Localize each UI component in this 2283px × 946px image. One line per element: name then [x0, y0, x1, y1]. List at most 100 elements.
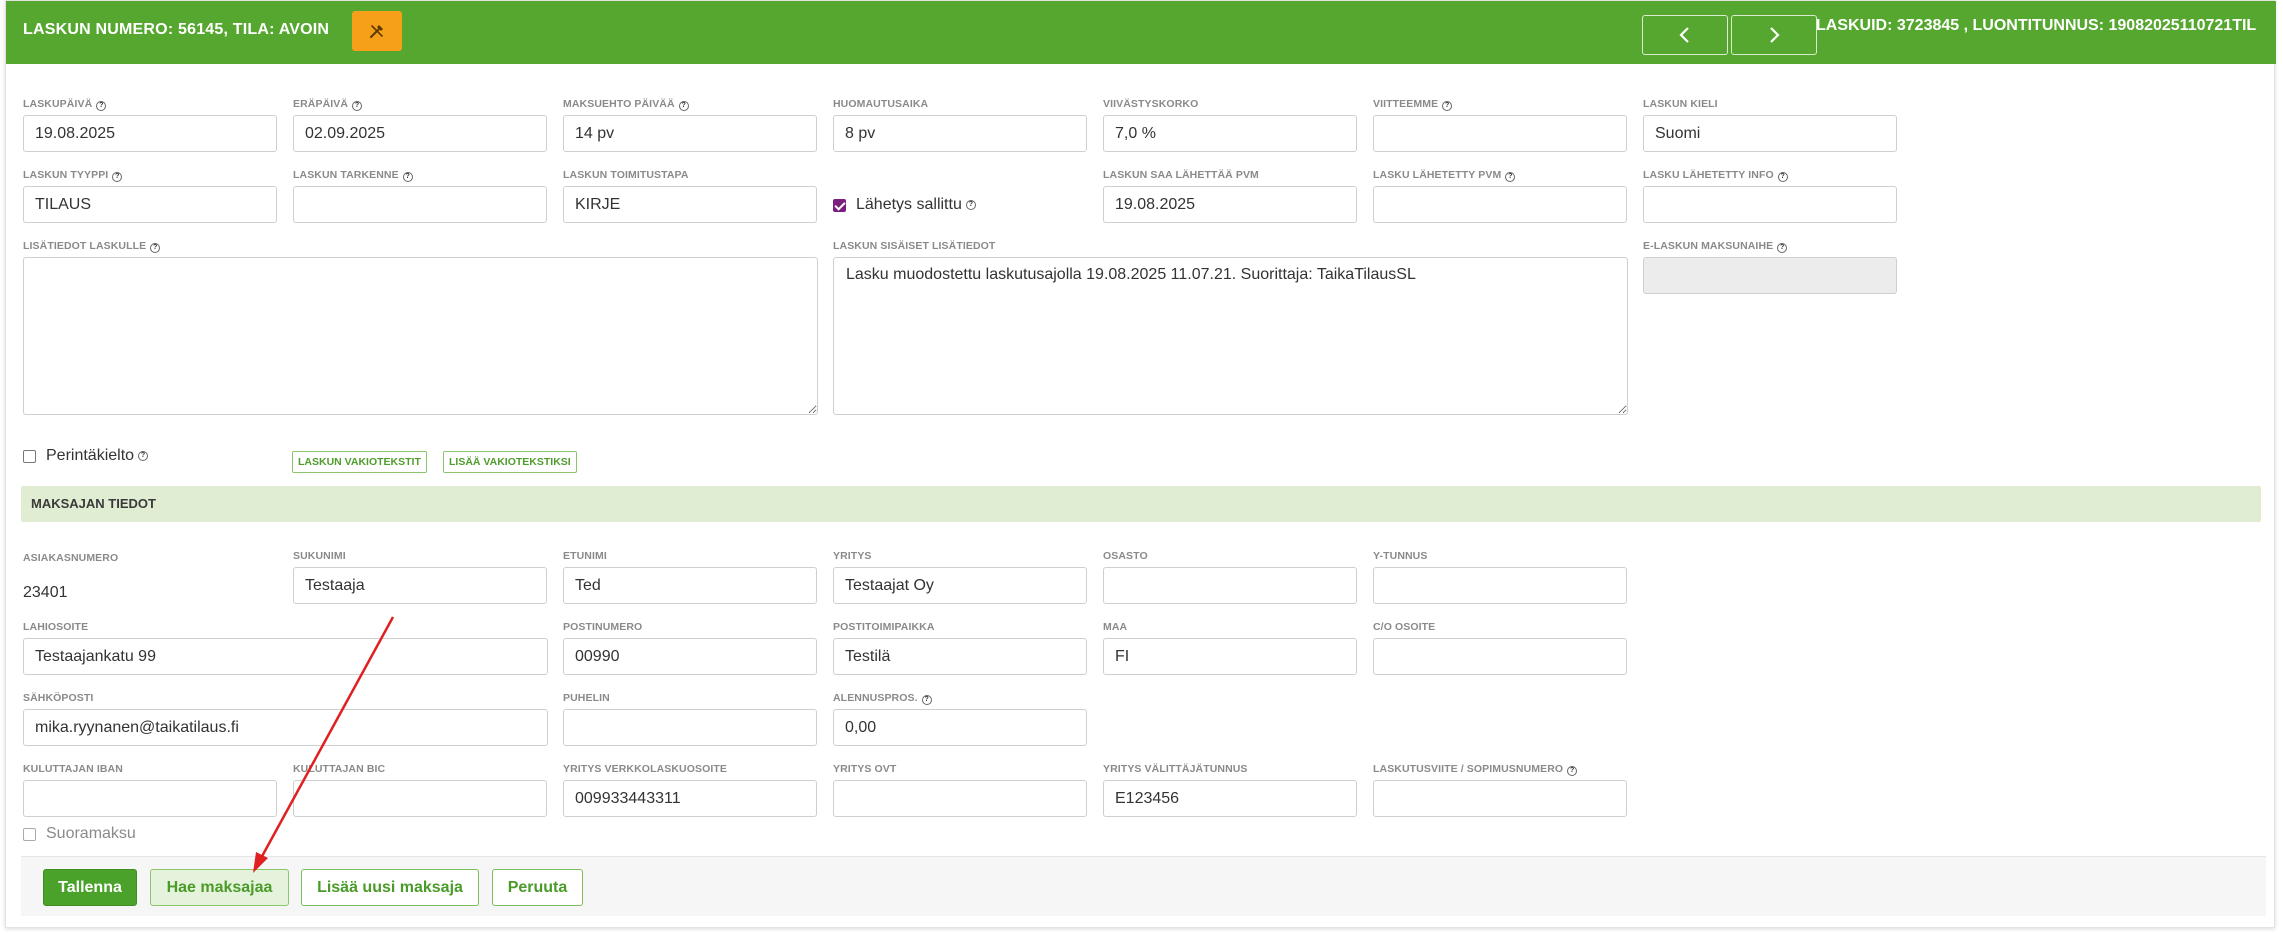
laskun-tarkenne-input[interactable] — [293, 186, 547, 223]
laskun-vakiotekstit-button[interactable]: LASKUN VAKIOTEKSTIT — [292, 451, 427, 473]
tallenna-button[interactable]: Tallenna — [43, 869, 137, 906]
help-icon[interactable]: ? — [965, 200, 976, 210]
invoice-header: LASKUN NUMERO: 56145, TILA: AVOIN LASKUI… — [6, 1, 2276, 64]
alennuspros-input[interactable]: 0,00 — [833, 709, 1087, 746]
laskun-tyyppi-select[interactable]: TILAUS — [23, 186, 277, 223]
peruuta-button[interactable]: Peruuta — [492, 869, 583, 906]
etunimi-field: ETUNIMI Ted — [563, 550, 817, 604]
y-tunnus-input[interactable] — [1373, 567, 1627, 604]
co-osoite-field: C/O OSOITE — [1373, 621, 1627, 675]
e-laskun-maksunaihe-field: E-LASKUN MAKSUNAIHE? — [1643, 240, 1897, 294]
help-icon[interactable]: ? — [150, 243, 161, 253]
viitteemme-input[interactable] — [1373, 115, 1627, 152]
chevron-left-icon — [1679, 27, 1689, 43]
help-icon[interactable]: ? — [921, 695, 932, 705]
checkbox-unchecked-icon[interactable] — [23, 449, 36, 463]
lisaa-uusi-maksaja-button[interactable]: Lisää uusi maksaja — [301, 869, 479, 906]
verkkolaskuosoite-field: YRITYS VERKKOLASKUOSOITE 009933443311 — [563, 763, 817, 817]
laskun-toimitustapa-select[interactable]: KIRJE — [563, 186, 817, 223]
laskun-tarkenne-field: LASKUN TARKENNE? — [293, 169, 547, 223]
previous-invoice-button[interactable] — [1642, 15, 1728, 55]
saa-lahettaa-pvm-field: LASKUN SAA LÄHETTÄÄ PVM 19.08.2025 — [1103, 169, 1357, 223]
lisatiedot-field: LISÄTIEDOT LASKULLE? — [23, 240, 818, 420]
invoice-ids: LASKUID: 3723845 , LUONTITUNNUS: 1908202… — [1816, 17, 2257, 34]
osasto-input[interactable] — [1103, 567, 1357, 604]
iban-input[interactable] — [23, 780, 277, 817]
lahiosoite-input[interactable]: Testaajankatu 99 — [23, 638, 548, 675]
help-icon[interactable]: ? — [1777, 243, 1788, 253]
lahetys-sallittu-checkbox[interactable]: Lähetys sallittu? — [833, 196, 976, 214]
laskutusviite-field: LASKUTUSVIITE / SOPIMUSNUMERO? — [1373, 763, 1627, 817]
postinumero-input[interactable]: 00990 — [563, 638, 817, 675]
laskun-toimitustapa-field: LASKUN TOIMITUSTAPA KIRJE — [563, 169, 817, 223]
puhelin-field: PUHELIN — [563, 692, 817, 746]
bic-field: KULUTTAJAN BIC — [293, 763, 547, 817]
chevron-right-icon — [1770, 27, 1780, 43]
action-footer: Tallenna Hae maksajaa Lisää uusi maksaja… — [21, 856, 2266, 916]
y-tunnus-field: Y-TUNNUS — [1373, 550, 1627, 604]
maa-field: MAA FI — [1103, 621, 1357, 675]
erapaiva-field: ERÄPÄIVÄ? 02.09.2025 — [293, 98, 547, 152]
postinumero-field: POSTINUMERO 00990 — [563, 621, 817, 675]
lahetetty-info-input[interactable] — [1643, 186, 1897, 223]
help-icon[interactable]: ? — [138, 451, 149, 461]
checkbox-unchecked-icon[interactable] — [23, 827, 36, 841]
asiakasnumero-field: ASIAKASNUMERO 23401 — [23, 552, 277, 602]
maa-input[interactable]: FI — [1103, 638, 1357, 675]
help-icon[interactable]: ? — [1567, 766, 1578, 776]
lahetetty-pvm-field: LASKU LÄHETETTY PVM? — [1373, 169, 1627, 223]
hae-maksajaa-button[interactable]: Hae maksajaa — [150, 869, 289, 906]
suoramaksu-checkbox[interactable]: Suoramaksu — [23, 825, 136, 843]
viivastyskorko-field: VIIVÄSTYSKORKO 7,0 % — [1103, 98, 1357, 152]
ovt-input[interactable] — [833, 780, 1087, 817]
iban-field: KULUTTAJAN IBAN — [23, 763, 277, 817]
perintakielto-checkbox[interactable]: Perintäkielto? — [23, 447, 149, 465]
laskun-kieli-field: LASKUN KIELI Suomi — [1643, 98, 1897, 152]
erapaiva-input[interactable]: 02.09.2025 — [293, 115, 547, 152]
help-icon[interactable]: ? — [1777, 172, 1788, 182]
saa-lahettaa-pvm-input[interactable]: 19.08.2025 — [1103, 186, 1357, 223]
lisaa-vakiotekstiksi-button[interactable]: LISÄÄ VAKIOTEKSTIKSI — [443, 451, 577, 473]
tools-button[interactable] — [352, 11, 402, 51]
bic-input[interactable] — [293, 780, 547, 817]
maksuehto-input[interactable]: 14 pv — [563, 115, 817, 152]
co-osoite-input[interactable] — [1373, 638, 1627, 675]
help-icon[interactable]: ? — [96, 101, 107, 111]
help-icon[interactable]: ? — [1505, 172, 1516, 182]
laskutusviite-input[interactable] — [1373, 780, 1627, 817]
sisaiset-lisatiedot-textarea[interactable]: Lasku muodostettu laskutusajolla 19.08.2… — [833, 257, 1628, 415]
valittajatunnus-field: YRITYS VÄLITTÄJÄTUNNUS E123456 — [1103, 763, 1357, 817]
postitoimipaikka-input[interactable]: Testilä — [833, 638, 1087, 675]
laskun-tyyppi-field: LASKUN TYYPPI? TILAUS — [23, 169, 277, 223]
help-icon[interactable]: ? — [112, 172, 123, 182]
sahkoposti-input[interactable]: mika.ryynanen@taikatilaus.fi — [23, 709, 548, 746]
verkkolaskuosoite-input[interactable]: 009933443311 — [563, 780, 817, 817]
help-icon[interactable]: ? — [402, 172, 413, 182]
maksuehto-field: MAKSUEHTO PÄIVÄÄ? 14 pv — [563, 98, 817, 152]
laskun-kieli-select[interactable]: Suomi — [1643, 115, 1897, 152]
help-icon[interactable]: ? — [1442, 101, 1453, 111]
ovt-field: YRITYS OVT — [833, 763, 1087, 817]
lisatiedot-textarea[interactable] — [23, 257, 818, 415]
checkbox-checked-icon[interactable] — [833, 198, 846, 212]
puhelin-input[interactable] — [563, 709, 817, 746]
help-icon[interactable]: ? — [352, 101, 363, 111]
etunimi-input[interactable]: Ted — [563, 567, 817, 604]
e-laskun-maksunaihe-input — [1643, 257, 1897, 294]
huomautusaika-input[interactable]: 8 pv — [833, 115, 1087, 152]
viivastyskorko-input[interactable]: 7,0 % — [1103, 115, 1357, 152]
sukunimi-input[interactable]: Testaaja — [293, 567, 547, 604]
lahiosoite-field: LAHIOSOITE Testaajankatu 99 — [23, 621, 548, 675]
valittajatunnus-input[interactable]: E123456 — [1103, 780, 1357, 817]
sukunimi-field: SUKUNIMI Testaaja — [293, 550, 547, 604]
next-invoice-button[interactable] — [1731, 15, 1817, 55]
help-icon[interactable]: ? — [678, 101, 689, 111]
laskupaiva-input[interactable]: 19.08.2025 — [23, 115, 277, 152]
viitteemme-field: VIITTEEMME? — [1373, 98, 1627, 152]
alennuspros-field: ALENNUSPROS.? 0,00 — [833, 692, 1087, 746]
lahetetty-pvm-input[interactable] — [1373, 186, 1627, 223]
maksajan-tiedot-section: MAKSAJAN TIEDOT — [21, 486, 2261, 522]
invoice-panel: LASKUN NUMERO: 56145, TILA: AVOIN LASKUI… — [5, 0, 2276, 928]
yritys-input[interactable]: Testaajat Oy — [833, 567, 1087, 604]
tools-icon — [370, 25, 383, 38]
